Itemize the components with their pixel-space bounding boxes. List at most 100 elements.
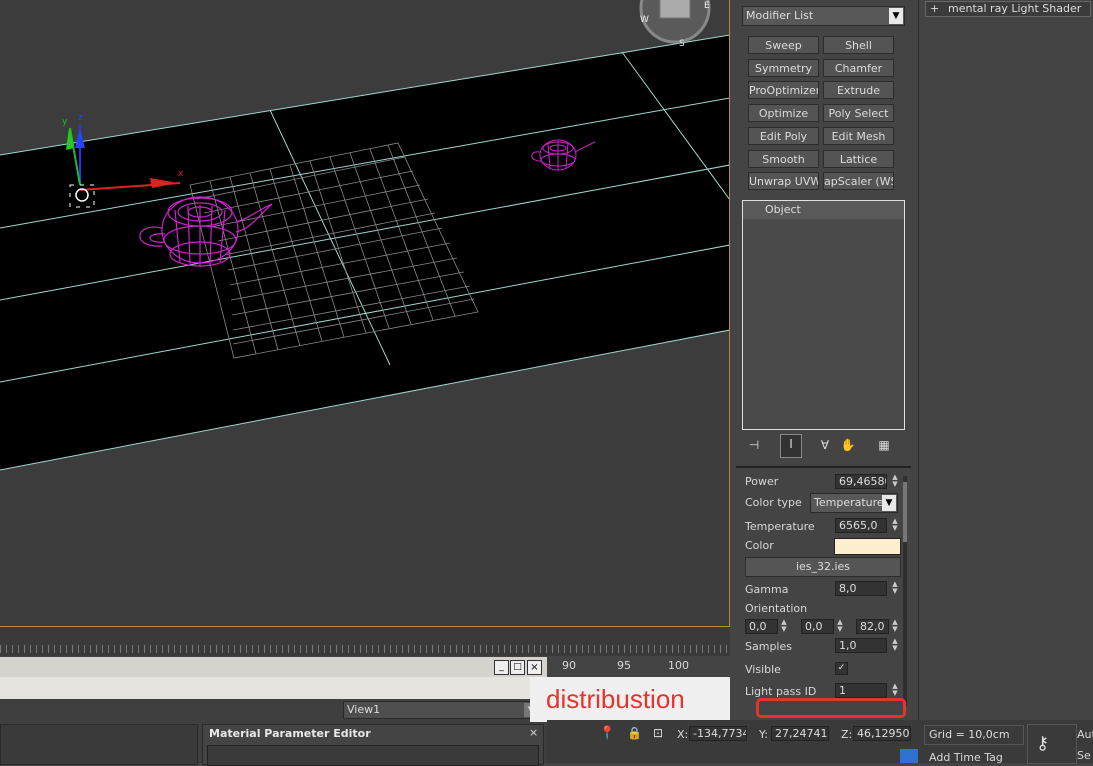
temperature-spinner-arrows[interactable]: ▲ ▼ [890, 518, 900, 533]
chevron-down-icon: ▼ [889, 8, 903, 24]
key-icon: ⚷ [1036, 733, 1050, 754]
visible-checkbox[interactable]: ✓ [835, 662, 848, 675]
pin-stack-icon[interactable]: ⊣ [745, 436, 763, 454]
prooptimizer-button[interactable]: ProOptimizer [748, 81, 819, 99]
samples-label: Samples [745, 640, 792, 653]
timeline-ruler[interactable] [0, 645, 730, 653]
modifier-list-dropdown[interactable]: Modifier List ▼ [742, 6, 905, 26]
perspective-viewport[interactable]: z y x W E S [0, 0, 730, 627]
orientation-y-arrows[interactable]: ▲ ▼ [835, 619, 845, 634]
ies-file-button[interactable]: ies_32.ies [745, 557, 901, 577]
samples-spinner[interactable]: 1,0 [835, 638, 887, 653]
edit-mesh-button[interactable]: Edit Mesh [823, 127, 894, 145]
lock-icon[interactable]: 🔒 [627, 726, 642, 742]
chamfer-button[interactable]: Chamfer [823, 59, 894, 77]
auto-key-button[interactable]: Aut [1077, 728, 1093, 741]
poly-select-button[interactable]: Poly Select [823, 104, 894, 122]
configure-modifier-sets-icon[interactable]: ▦ [875, 436, 893, 454]
add-time-tag-label[interactable]: Add Time Tag [929, 751, 1003, 764]
annotation-highlight-box [756, 698, 906, 718]
view-dropdown[interactable]: View1 ▼ [343, 701, 540, 719]
light-pass-id-arrows[interactable]: ▲ ▼ [890, 683, 900, 698]
gamma-spinner[interactable]: 8,0 [835, 581, 887, 596]
temperature-label: Temperature [745, 520, 815, 533]
modifier-stack[interactable]: Object [742, 200, 905, 430]
expand-icon[interactable]: + [930, 2, 939, 15]
y-coord-label: Y: [759, 728, 768, 741]
orientation-z-arrows[interactable]: ▲ ▼ [890, 619, 900, 634]
orientation-z-spinner[interactable]: 82,0 [856, 619, 889, 634]
annotation-callout: distribustion [530, 677, 730, 722]
temperature-spinner[interactable]: 6565,0 [835, 518, 887, 533]
orientation-x-arrows[interactable]: ▲ ▼ [779, 619, 789, 634]
material-parameter-editor[interactable]: Material Parameter Editor × [202, 724, 544, 766]
light-params-rollout[interactable]: Power 69,46580 ▲ ▼ Color type Temperature… [739, 472, 910, 708]
shell-button[interactable]: Shell [823, 36, 894, 54]
absolute-mode-icon[interactable]: ⊡ [653, 726, 669, 742]
color-label: Color [745, 539, 774, 552]
samples-spinner-arrows[interactable]: ▲ ▼ [890, 638, 900, 653]
floating-window-toolbar [0, 677, 547, 699]
color-type-label: Color type [745, 496, 802, 509]
y-coord-field[interactable]: 27,247417 [771, 726, 829, 741]
ground-plane [0, 35, 729, 470]
maximize-button[interactable]: □ [510, 660, 525, 675]
color-type-value: Temperature [814, 496, 884, 509]
timeline-tick-90: 90 [562, 659, 576, 672]
light-pass-id-label: Light pass ID [745, 685, 817, 698]
timeline-area[interactable] [0, 627, 730, 656]
symmetry-button[interactable]: Symmetry [748, 59, 819, 77]
orientation-y-spinner[interactable]: 0,0 [801, 619, 834, 634]
gamma-spinner-arrows[interactable]: ▲ ▼ [890, 581, 900, 596]
viewcube-east-label: E [704, 1, 710, 11]
z-coord-field[interactable]: 46,129501 [853, 726, 911, 741]
show-end-result-icon[interactable]: I [780, 434, 802, 458]
rollout-scrollbar[interactable] [903, 476, 907, 706]
orientation-x-spinner[interactable]: 0,0 [745, 619, 778, 634]
panel-divider [736, 466, 911, 468]
material-editor-close-icon[interactable]: × [529, 726, 538, 739]
status-bar: 📍 🔒 ⊡ X: -134,7734 Y: 27,247417 Z: 46,12… [547, 720, 1093, 764]
timeline-tick-100: 100 [668, 659, 689, 672]
modifier-stack-item-object[interactable]: Object [743, 201, 904, 219]
modifier-list-label: Modifier List [746, 9, 814, 22]
timeline-tick-95: 95 [617, 659, 631, 672]
shader-panel[interactable]: + mental ray Light Shader [918, 0, 1093, 720]
light-pass-id-spinner[interactable]: 1 [835, 683, 887, 698]
color-swatch[interactable] [834, 538, 901, 555]
smooth-button[interactable]: Smooth [748, 150, 819, 168]
shader-list-item[interactable]: + mental ray Light Shader [925, 1, 1091, 17]
command-panel[interactable]: Modifier List ▼ Sweep Shell Symmetry Cha… [733, 0, 918, 720]
mapscaler-button[interactable]: apScaler (WSM [823, 172, 894, 190]
material-editor-title: Material Parameter Editor [209, 727, 371, 740]
time-tag-icon[interactable] [900, 749, 918, 763]
edit-poly-button[interactable]: Edit Poly [748, 127, 819, 145]
color-type-dropdown[interactable]: Temperature ▼ [810, 493, 898, 513]
sweep-button[interactable]: Sweep [748, 36, 819, 54]
remove-modifier-icon[interactable]: ✋ [839, 436, 857, 454]
close-button[interactable]: × [527, 660, 542, 675]
make-unique-icon[interactable]: ∀ [816, 436, 834, 454]
floating-window-titlebar[interactable]: _ □ × [0, 657, 547, 677]
rollout-scrollbar-thumb[interactable] [903, 482, 907, 542]
x-coord-field[interactable]: -134,7734 [689, 726, 747, 741]
power-spinner[interactable]: 69,46580 [835, 474, 887, 489]
unwrap-uvw-button[interactable]: Unwrap UVW [748, 172, 819, 190]
extrude-button[interactable]: Extrude [823, 81, 894, 99]
set-key-button[interactable]: Se [1077, 749, 1091, 762]
floating-window[interactable]: _ □ × View1 ▼ Material Parameter Editor … [0, 657, 547, 766]
set-key-icon-box[interactable]: ⚷ [1027, 724, 1077, 764]
visible-label: Visible [745, 663, 781, 676]
pin-icon[interactable]: 📍 [599, 726, 615, 742]
minimize-button[interactable]: _ [494, 660, 509, 675]
orientation-label: Orientation [745, 602, 808, 615]
annotation-text: distribustion [546, 684, 685, 714]
power-spinner-arrows[interactable]: ▲ ▼ [890, 474, 900, 489]
z-coord-label: Z: [841, 728, 853, 741]
grid-size-display: Grid = 10,0cm [924, 725, 1024, 745]
svg-text:z: z [78, 113, 83, 123]
svg-text:x: x [178, 169, 184, 179]
lattice-button[interactable]: Lattice [823, 150, 894, 168]
optimize-button[interactable]: Optimize [748, 104, 819, 122]
chevron-down-icon: ▼ [882, 495, 896, 511]
